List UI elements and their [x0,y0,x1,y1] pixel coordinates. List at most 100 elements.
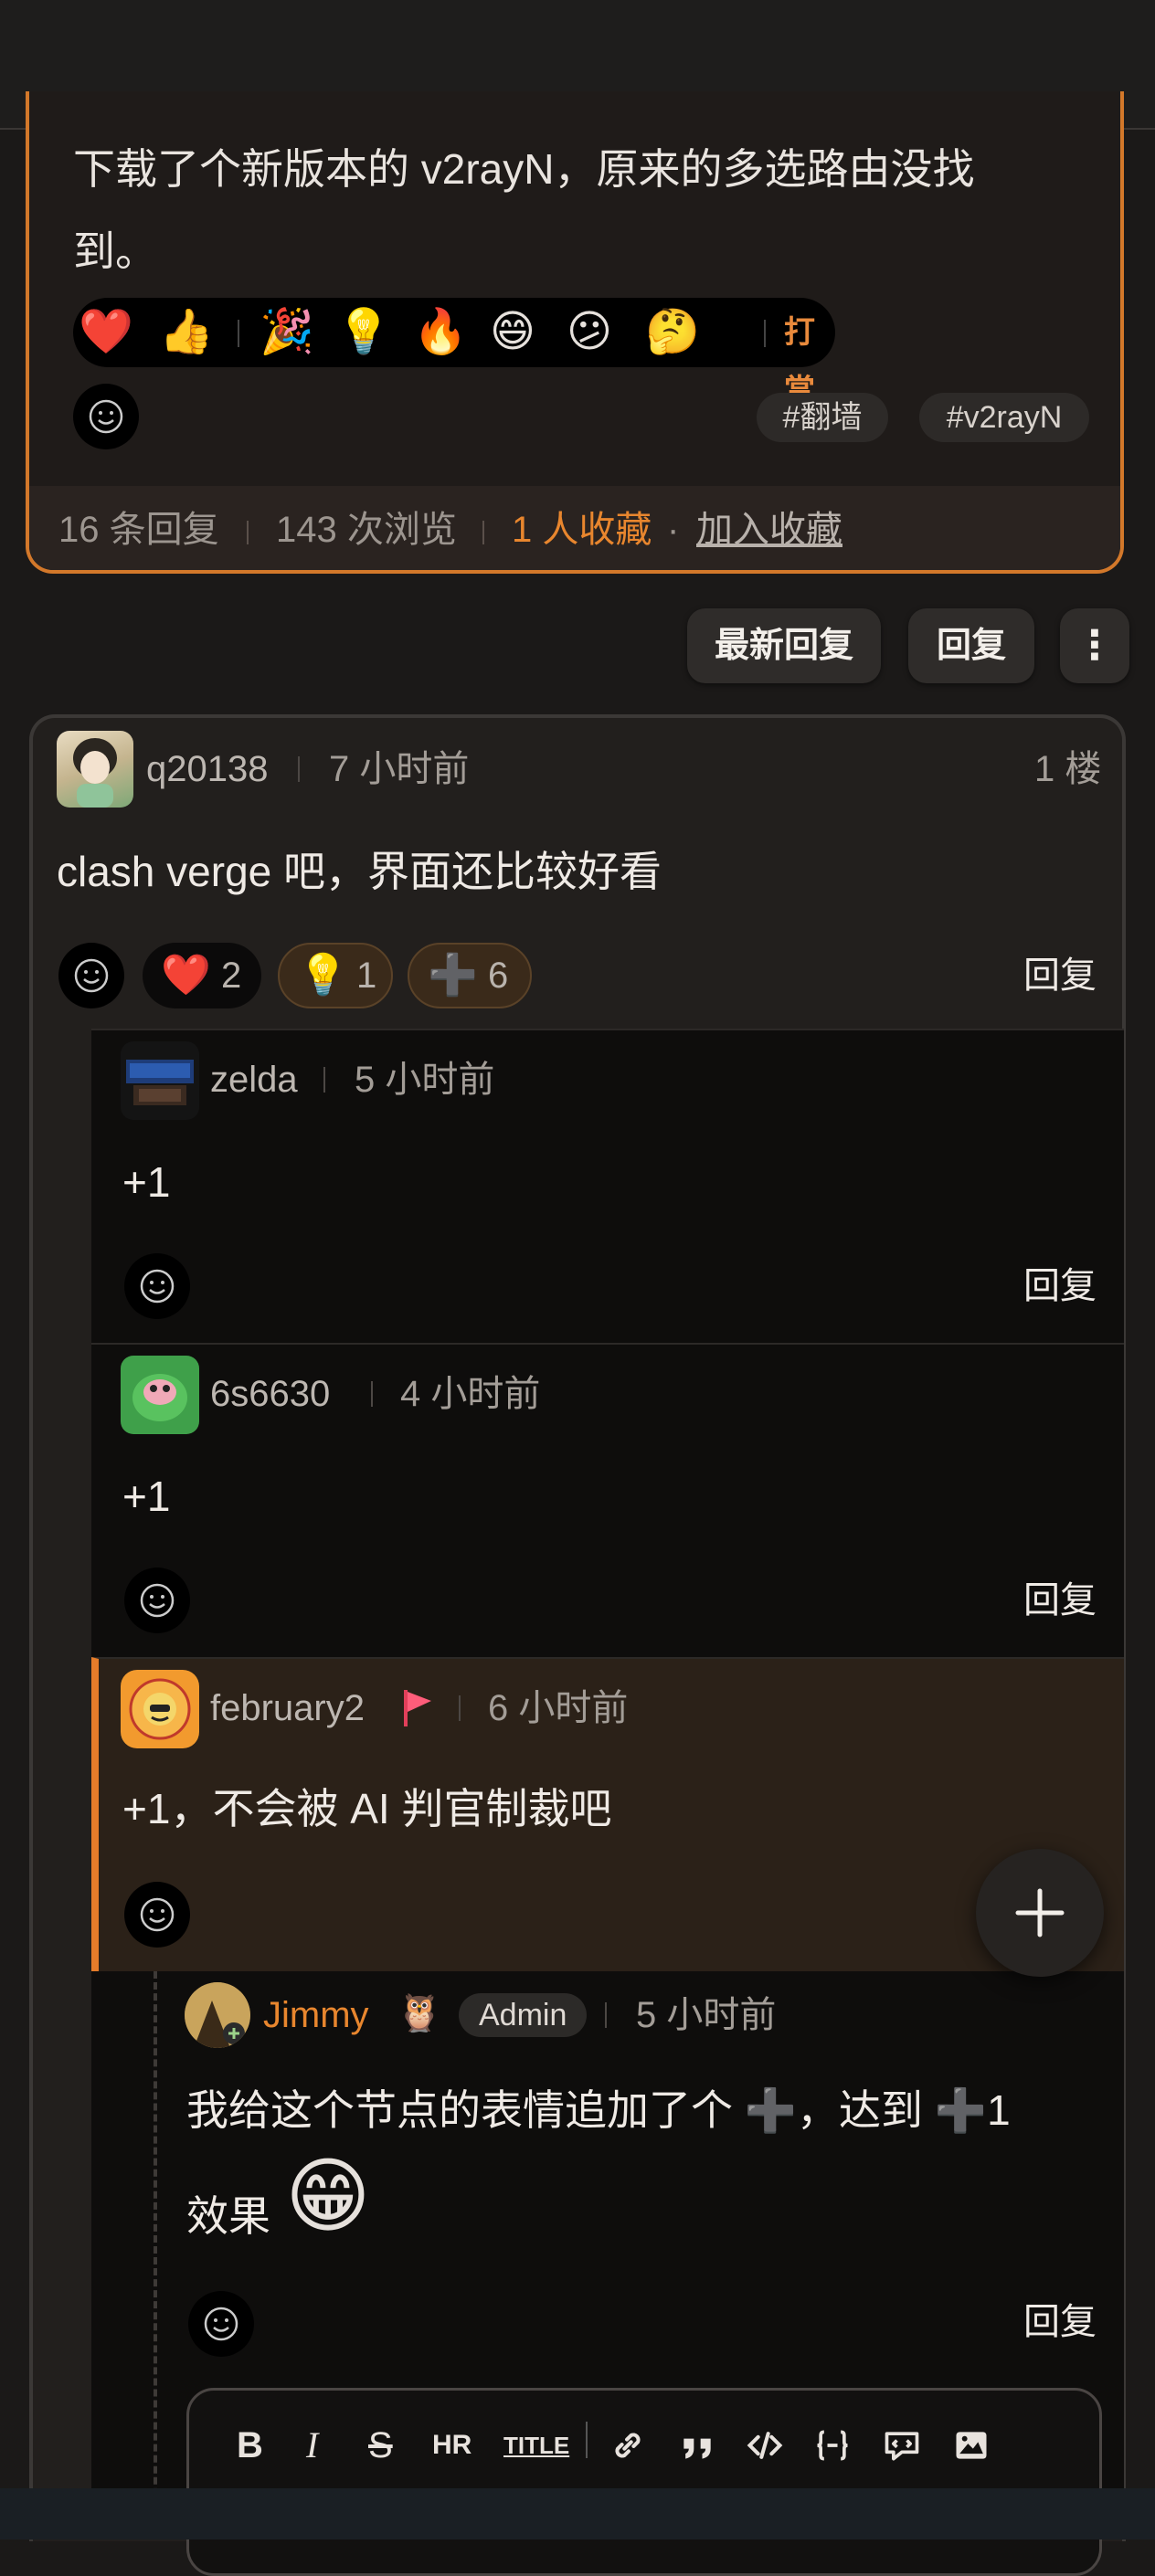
tag-fanqiang[interactable]: #翻墙 [757,393,888,442]
username[interactable]: february2 [210,1684,365,1732]
code-icon[interactable] [745,2425,785,2465]
comment-text: +1 [122,1158,171,1206]
smile-icon [89,399,123,434]
comment-icon[interactable] [882,2425,922,2465]
code-block-icon[interactable] [812,2425,853,2465]
divider [298,756,300,782]
user-avatar-image [126,1060,194,1105]
link-icon[interactable] [608,2425,648,2465]
user-avatar-image [185,1982,250,2048]
reply-link[interactable]: 回复 [1023,952,1097,999]
divider [371,1381,373,1407]
reaction-heart-count[interactable]: ❤️ 2 [143,943,261,1008]
strikethrough-icon[interactable]: S [368,2418,393,2473]
bold-icon[interactable]: B [237,2418,263,2473]
comment-text: 效果 [186,2192,270,2240]
favorite-count: 1 人收藏 [512,510,652,550]
divider [605,2002,607,2028]
timestamp: 5 小时前 [355,1060,495,1100]
bulb-icon: 💡 [298,953,348,998]
comment-text: clash verge 吧，界面还比较好看 [57,848,662,895]
divider [238,320,239,347]
reply-link[interactable]: 回复 [1023,1262,1097,1310]
reaction-bulb[interactable]: 💡 [336,303,391,362]
quote-icon[interactable] [677,2425,717,2465]
plus-icon [1015,1888,1065,1937]
owl-badge-icon: 🦉 [397,1993,442,2033]
reply-link[interactable]: 回复 [1023,1577,1097,1624]
post-card: 下载了个新版本的 v2rayN，原来的多选路由没找 到。 ❤️ 👍 🎉 💡 🔥 … [26,91,1124,574]
user-avatar-image [73,738,117,808]
divider [482,521,484,544]
divider [459,1695,461,1721]
post-text-line: 到。 [73,227,157,275]
avatar[interactable] [121,1356,199,1434]
more-options-button[interactable]: ⋮ [1060,608,1129,683]
latest-reply-button[interactable]: 最新回复 [687,608,881,683]
reaction-plus-count[interactable]: ➕ 6 [408,943,532,1008]
reaction-count: 2 [221,955,242,996]
post-text-line: 下载了个新版本的 v2rayN，原来的多选路由没找 [73,145,975,193]
smile-icon [140,1269,175,1304]
timestamp: 6 小时前 [488,1688,629,1728]
flag-icon [404,1690,431,1726]
add-reaction-button[interactable] [124,1568,190,1633]
admin-badge: Admin [459,1993,588,2037]
floor-number: 1 楼 [1034,749,1102,789]
divider [323,1067,325,1093]
reaction-fire[interactable]: 🔥 [413,303,468,362]
add-reaction-button[interactable] [124,1882,190,1948]
reply-link[interactable]: 回复 [1023,2298,1097,2346]
new-reply-fab[interactable] [976,1849,1104,1977]
reaction-grin[interactable]: 😄 [490,303,535,362]
add-reaction-button[interactable] [73,384,139,449]
avatar[interactable] [121,1041,199,1120]
username[interactable]: 6s6630 [210,1370,330,1418]
title-icon[interactable]: TITLE [503,2418,569,2473]
comment-text: +1 [122,1473,171,1520]
admin-username[interactable]: Jimmy [263,1991,369,2039]
plus-icon: ➕ [428,953,478,998]
comment-text: +1，不会被 AI 判官制裁吧 [122,1785,612,1832]
avatar[interactable] [121,1670,199,1748]
username[interactable]: zelda [210,1056,298,1103]
reaction-thinking[interactable]: 🤔 [645,303,700,362]
reaction-picker: ❤️ 👍 🎉 💡 🔥 😄 😕 🤔 打赏 [73,298,835,408]
view-count: 143 次浏览 [276,510,457,550]
divider [764,320,766,347]
tag-v2rayn[interactable]: #v2rayN [919,393,1089,442]
system-bottom-bar [0,2488,1155,2539]
reply-editor[interactable]: B I S HR TITLE [186,2388,1102,2576]
add-reaction-button[interactable] [124,1253,190,1319]
add-reaction-button[interactable] [188,2291,254,2357]
italic-icon[interactable]: I [306,2418,318,2473]
username[interactable]: q20138 [146,745,268,793]
timestamp: 4 小时前 [400,1374,541,1414]
timestamp: 5 小时前 [636,1995,777,2035]
add-reaction-button[interactable] [58,943,124,1008]
dot-separator: · [667,510,680,550]
smile-icon [140,1897,175,1932]
avatar[interactable] [185,1982,250,2048]
reply-button[interactable]: 回复 [908,608,1034,683]
reaction-count: 1 [356,955,377,996]
reaction-thumbs-up[interactable]: 👍 [159,303,214,362]
grinning-emoji: 😁 [285,2151,371,2243]
reaction-bulb-count[interactable]: 💡 1 [278,943,393,1008]
user-avatar-image [129,1678,191,1740]
smile-icon [204,2307,238,2341]
reaction-party[interactable]: 🎉 [260,303,314,362]
avatar[interactable] [57,731,133,808]
reaction-confused[interactable]: 😕 [567,303,612,362]
comment-text: 我给这个节点的表情追加了个 ➕，达到 ➕1 [186,2086,1011,2134]
add-favorite-link[interactable]: 加入收藏 [696,506,842,554]
reaction-count: 6 [488,955,509,996]
reply-count: 16 条回复 [58,510,219,550]
reaction-heart[interactable]: ❤️ [79,303,133,362]
divider [247,521,249,544]
image-icon[interactable] [951,2425,991,2465]
user-avatar-image [132,1374,187,1421]
smile-icon [140,1583,175,1618]
smile-icon [74,958,109,993]
horizontal-rule-icon[interactable]: HR [432,2418,472,2473]
